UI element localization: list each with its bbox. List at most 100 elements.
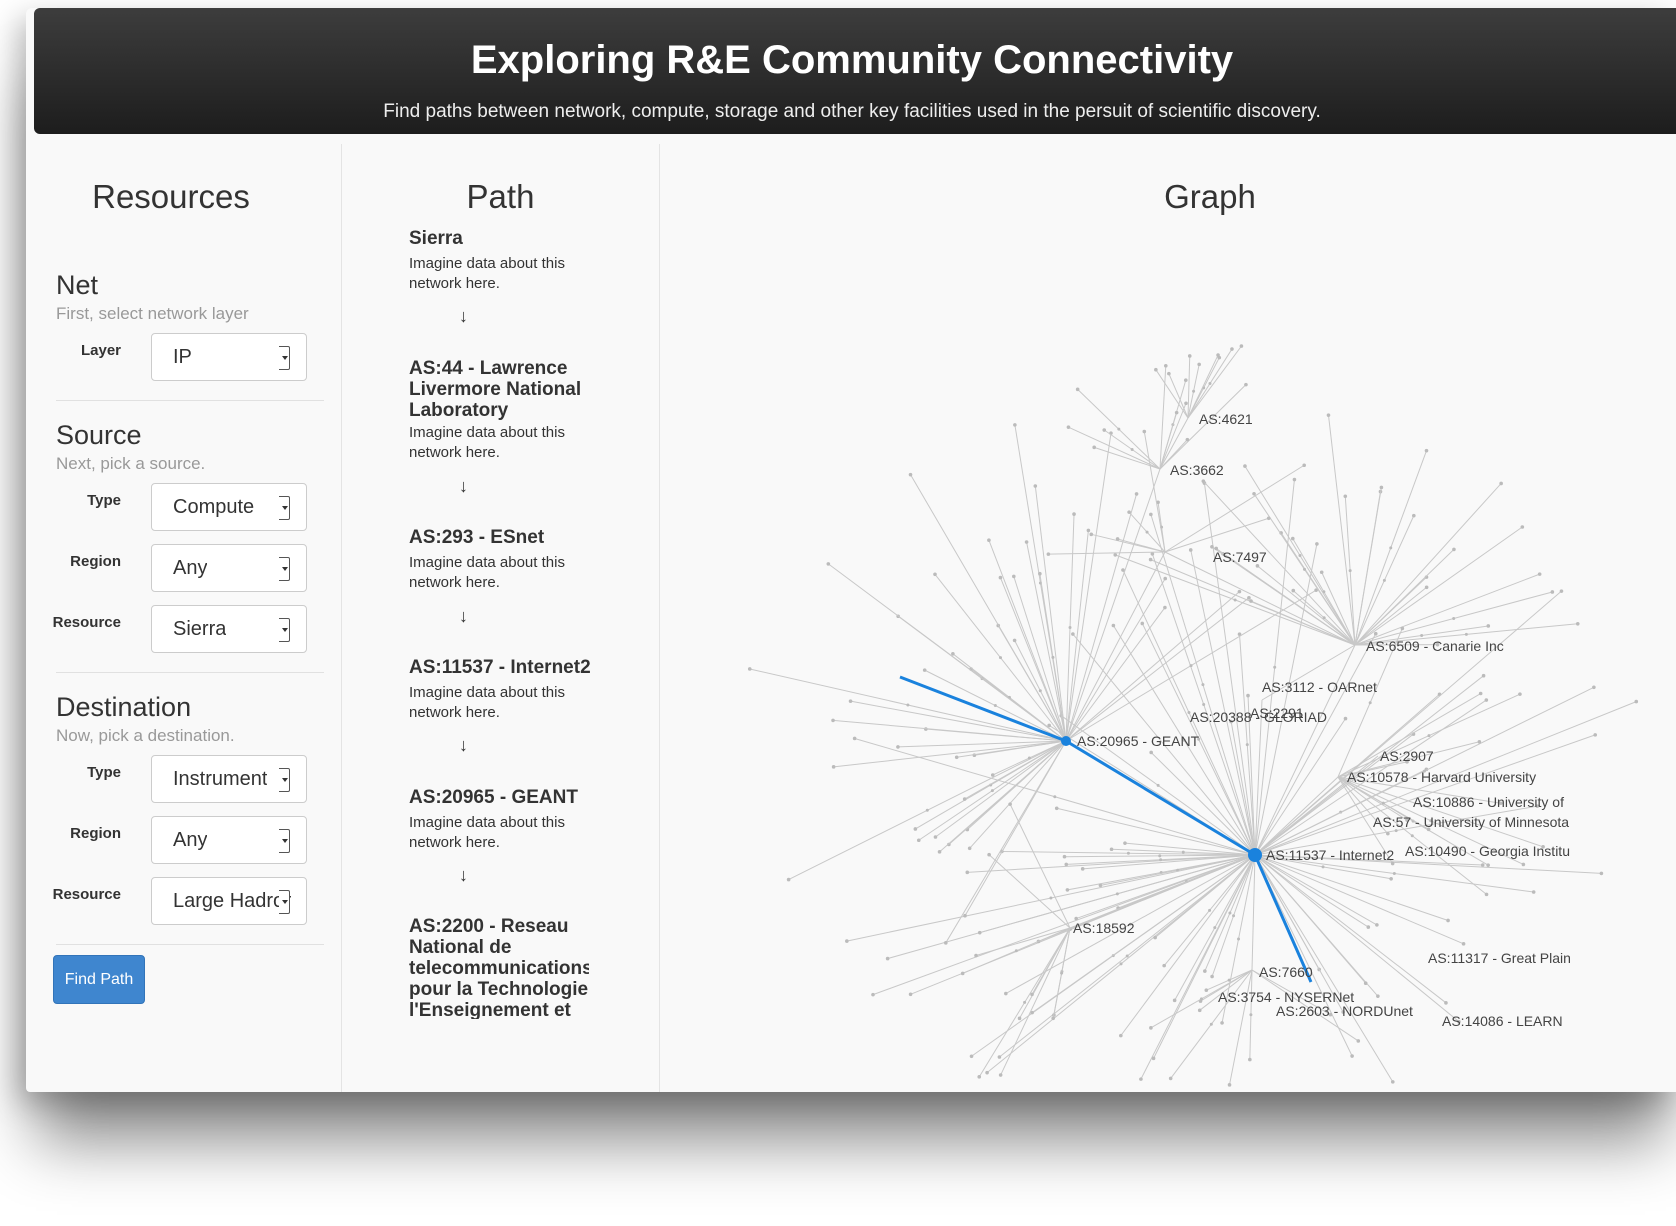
graph-node[interactable] (1520, 525, 1525, 529)
graph-node[interactable] (1249, 1013, 1253, 1017)
graph-node[interactable] (1158, 854, 1162, 858)
network-graph[interactable]: AS:4621 AS:3662 AS:7497 AS:6509 - Canarie I… (26, 8, 1676, 1092)
graph-node[interactable] (831, 718, 835, 723)
graph-node[interactable] (1153, 935, 1157, 940)
graph-node[interactable] (1368, 701, 1372, 705)
graph-node[interactable] (933, 572, 937, 577)
graph-node[interactable] (990, 789, 994, 793)
graph-node[interactable] (1420, 633, 1424, 637)
graph-node[interactable] (1065, 888, 1070, 892)
graph-node[interactable] (1319, 570, 1324, 575)
graph-node[interactable] (1012, 638, 1017, 643)
graph-node[interactable] (1202, 702, 1206, 706)
graph-node[interactable] (1243, 464, 1247, 468)
graph-node[interactable] (1066, 425, 1071, 429)
graph-node[interactable] (1302, 463, 1306, 468)
graph-node[interactable] (1163, 605, 1167, 610)
graph-node[interactable] (1046, 552, 1051, 556)
graph-node[interactable] (1126, 851, 1130, 855)
graph-node[interactable] (1130, 448, 1134, 452)
graph-node[interactable] (977, 930, 982, 935)
graph-node[interactable] (1389, 876, 1393, 881)
graph-node[interactable] (1089, 532, 1094, 537)
graph-node[interactable] (1051, 655, 1055, 659)
graph-node[interactable] (1478, 691, 1483, 696)
graph-node[interactable] (1038, 689, 1042, 693)
graph-node[interactable] (963, 913, 967, 918)
graph-node[interactable] (962, 797, 967, 801)
graph-node[interactable] (1537, 572, 1542, 576)
graph-node[interactable] (1115, 892, 1119, 896)
graph-node[interactable] (1172, 998, 1177, 1003)
graph-node[interactable] (1027, 756, 1031, 760)
graph-node[interactable] (925, 808, 929, 812)
graph-node[interactable] (1216, 353, 1220, 357)
graph-node[interactable] (1149, 512, 1153, 517)
graph-node[interactable] (1017, 1016, 1022, 1021)
graph-node[interactable] (1521, 862, 1526, 867)
graph-node[interactable] (998, 1073, 1003, 1077)
graph-node[interactable] (1298, 554, 1302, 558)
graph-node[interactable] (1343, 716, 1348, 721)
graph-node[interactable] (985, 1070, 989, 1075)
graph-node[interactable] (1030, 992, 1034, 997)
graph-node[interactable] (1139, 1077, 1143, 1081)
graph-node[interactable] (1410, 834, 1414, 838)
graph-node[interactable] (1593, 733, 1598, 737)
graph-node[interactable] (1134, 492, 1139, 496)
graph-node[interactable] (1531, 890, 1536, 894)
graph-node[interactable] (1208, 382, 1212, 386)
graph-node[interactable] (1348, 569, 1352, 573)
graph-node[interactable] (1375, 923, 1379, 927)
graph-node[interactable] (1004, 991, 1008, 996)
graph-node[interactable] (1480, 863, 1485, 867)
graph-node[interactable] (1162, 963, 1166, 968)
graph-node[interactable] (1159, 858, 1163, 862)
graph-node[interactable] (1142, 429, 1147, 434)
graph-node[interactable] (1163, 363, 1168, 368)
graph-node[interactable] (1245, 743, 1249, 747)
graph-node[interactable] (1167, 371, 1171, 376)
graph-node[interactable] (1163, 576, 1168, 581)
graph-node[interactable] (1209, 1022, 1213, 1026)
graph-node[interactable] (1400, 626, 1405, 631)
graph-node[interactable] (951, 651, 955, 656)
graph-node[interactable] (1452, 547, 1456, 552)
graph-node[interactable] (1204, 988, 1209, 993)
graph-node[interactable] (1461, 942, 1466, 946)
graph-node[interactable] (1033, 484, 1038, 488)
graph-node[interactable] (1051, 1016, 1055, 1021)
graph-node[interactable] (913, 827, 918, 831)
graph-node[interactable] (1424, 448, 1429, 453)
graph-node[interactable] (1168, 1076, 1173, 1081)
graph-node[interactable] (896, 745, 900, 749)
graph-node[interactable] (998, 656, 1002, 660)
graph-node[interactable] (1080, 867, 1085, 871)
graph-node[interactable] (1075, 387, 1080, 392)
graph-node[interactable] (974, 953, 978, 958)
graph-node[interactable] (1356, 1039, 1361, 1043)
graph-node[interactable] (1464, 632, 1468, 636)
graph-node[interactable] (845, 939, 849, 943)
graph-node[interactable] (937, 850, 942, 854)
graph-node[interactable] (987, 852, 991, 857)
graph-node[interactable] (1291, 588, 1296, 593)
graph-node[interactable] (1350, 1054, 1354, 1058)
graph-node[interactable] (848, 699, 853, 703)
graph-node-internet2[interactable] (1248, 848, 1262, 862)
graph-node[interactable] (1452, 616, 1456, 620)
graph-node[interactable] (906, 703, 910, 707)
graph-node[interactable] (1446, 918, 1450, 923)
graph-node[interactable] (1119, 962, 1123, 966)
graph-node[interactable] (1326, 413, 1331, 417)
graph-node[interactable] (993, 704, 997, 708)
graph-node[interactable] (960, 971, 965, 976)
graph-node[interactable] (1098, 883, 1103, 888)
graph-node[interactable] (1559, 589, 1564, 593)
graph-node[interactable] (1115, 537, 1120, 541)
graph-node[interactable] (1575, 621, 1580, 626)
graph-node[interactable] (1109, 847, 1114, 852)
graph-node[interactable] (1249, 599, 1253, 603)
graph-node[interactable] (916, 838, 921, 843)
graph-node[interactable] (1389, 546, 1393, 550)
